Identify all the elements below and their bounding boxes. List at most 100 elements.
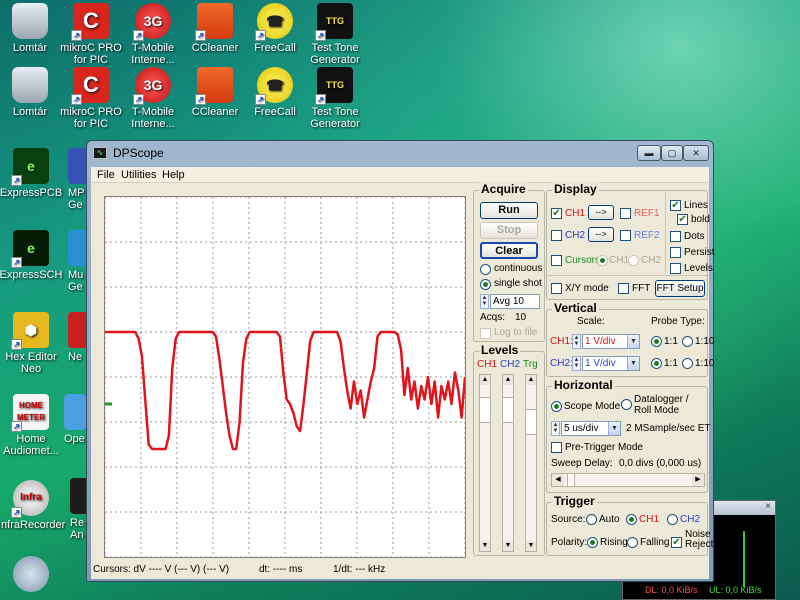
desktop-icon-test-tone-generator[interactable]: TTG ↗ Test Tone Generator: [302, 67, 368, 130]
ref1-checkbox[interactable]: [620, 208, 631, 219]
timebase-select[interactable]: 5 us/div ▼: [561, 421, 621, 436]
desktop-icon-ccleaner[interactable]: ↗ CCleaner: [182, 3, 248, 54]
persist-checkbox[interactable]: [670, 247, 681, 258]
desktop-icon-recycle-bin[interactable]: Lomtár: [0, 67, 63, 118]
trigger-ch1-radio[interactable]: [626, 514, 637, 525]
desktop-icon-ccleaner[interactable]: ↗ CCleaner: [182, 67, 248, 118]
cursor-ch2-label: CH2: [641, 255, 662, 266]
cursor-ch2-radio[interactable]: [628, 255, 639, 266]
single-shot-radio[interactable]: [480, 279, 491, 290]
ch2-scale-spinner[interactable]: ▲ ▼: [572, 356, 581, 371]
window-titlebar[interactable]: ∿ DPScope ▬ ▢ ✕: [87, 141, 713, 165]
desktop-icon-freecall[interactable]: ☎ ↗ FreeCall: [242, 3, 308, 54]
app-icon: [64, 394, 86, 430]
freq-readout: 1/dt: --- kHz: [333, 564, 386, 575]
desktop-icon-tmobile[interactable]: 3G ↗ T-Mobile Interne...: [120, 67, 186, 130]
slider-thumb[interactable]: [567, 474, 575, 486]
ch1-scale-select[interactable]: 1 V/div ▼: [582, 334, 640, 349]
desktop-icon-test-tone-generator[interactable]: TTG ↗ Test Tone Generator: [302, 3, 368, 66]
right-arrow-icon[interactable]: ▶: [692, 474, 704, 486]
down-arrow-icon[interactable]: ▼: [503, 541, 513, 551]
fft-setup-button[interactable]: FFT Setup: [655, 280, 705, 297]
desktop-icon-partial[interactable]: Re An: [50, 478, 90, 541]
desktop-icon-partial[interactable]: Mu Ge: [50, 230, 90, 293]
avg-select[interactable]: Avg 10: [490, 294, 540, 309]
desktop-icon-recycle-bin[interactable]: Lomtár: [0, 3, 63, 54]
trigger-title: Trigger: [552, 494, 597, 508]
ch2-level-slider[interactable]: ▲ ▼: [502, 374, 514, 552]
close-icon[interactable]: ×: [765, 501, 771, 512]
pretrigger-checkbox[interactable]: [551, 442, 562, 453]
desktop-icon-partial[interactable]: Ope: [50, 394, 90, 445]
menu-help[interactable]: Help: [162, 169, 185, 181]
trigger-auto-radio[interactable]: [586, 514, 597, 525]
dots-checkbox[interactable]: [670, 231, 681, 242]
scope-mode-radio[interactable]: [551, 401, 562, 412]
log-to-file-checkbox[interactable]: [480, 328, 491, 339]
cursor-ch1-radio[interactable]: [597, 255, 608, 266]
ch1-to-ref1-button[interactable]: -->: [588, 205, 614, 220]
avg-spinner[interactable]: ▲ ▼: [480, 294, 489, 309]
up-arrow-icon[interactable]: ▲: [503, 375, 513, 385]
ch2-to-ref2-button[interactable]: -->: [588, 227, 614, 242]
stop-button[interactable]: Stop: [480, 222, 538, 239]
ch2-probe-10x-radio[interactable]: [682, 358, 693, 369]
divider: [547, 275, 707, 276]
display-ch2-checkbox[interactable]: [551, 230, 562, 241]
desktop-icon-webcam[interactable]: [0, 556, 64, 595]
scale-label: Scale:: [577, 316, 605, 327]
display-ch1-checkbox[interactable]: ✔: [551, 208, 562, 219]
tmobile-icon: 3G ↗: [133, 67, 171, 105]
sweep-delay-slider[interactable]: ◀ ▶: [551, 473, 705, 487]
polarity-rising-radio[interactable]: [587, 537, 598, 548]
timebase-spinner[interactable]: ▲ ▼: [551, 421, 560, 436]
ch1-probe-10x-radio[interactable]: [682, 336, 693, 347]
scope-screen[interactable]: [104, 196, 467, 558]
trigger-level-slider[interactable]: ▲ ▼: [525, 374, 537, 552]
menu-utilities[interactable]: Utilities: [121, 169, 156, 181]
trigger-group: Trigger Source: Auto CH1 CH2 Polarity: R…: [546, 494, 713, 556]
fft-checkbox[interactable]: [618, 283, 629, 294]
maximize-button[interactable]: ▢: [661, 145, 683, 161]
ref2-checkbox[interactable]: [620, 230, 631, 241]
slider-thumb[interactable]: [480, 397, 490, 423]
datalogger-radio[interactable]: [621, 399, 632, 410]
desktop-icon-partial[interactable]: Ne: [50, 312, 90, 363]
ch2-probe-1x-radio[interactable]: [651, 358, 662, 369]
run-button[interactable]: Run: [480, 202, 538, 219]
ch1-scale-spinner[interactable]: ▲ ▼: [572, 334, 581, 349]
trigger-ch2-radio[interactable]: [667, 514, 678, 525]
noise-reject-checkbox[interactable]: ✔: [671, 537, 682, 548]
dpscope-window[interactable]: ∿ DPScope ▬ ▢ ✕ File Utilities Help Acqu…: [86, 140, 715, 582]
polarity-falling-radio[interactable]: [627, 537, 638, 548]
clear-button[interactable]: Clear: [480, 242, 538, 259]
desktop-icon-freecall[interactable]: ☎ ↗ FreeCall: [242, 67, 308, 118]
down-arrow-icon[interactable]: ▼: [480, 541, 490, 551]
minimize-button[interactable]: ▬: [637, 145, 661, 161]
desktop-icon-mikroc[interactable]: C ↗ mikroC PRO for PIC: [58, 67, 124, 130]
ch2-scale-select[interactable]: 1 V/div ▼: [582, 356, 640, 371]
ch1-level-slider[interactable]: ▲ ▼: [479, 374, 491, 552]
menu-file[interactable]: File: [97, 169, 115, 181]
lines-checkbox[interactable]: ✔: [670, 200, 681, 211]
down-arrow-icon[interactable]: ▼: [526, 541, 536, 551]
ch1-probe-1x-radio[interactable]: [651, 336, 662, 347]
desktop-icon-mikroc[interactable]: C ↗ mikroC PRO for PIC: [58, 3, 124, 66]
up-arrow-icon[interactable]: ▲: [480, 375, 490, 385]
levels-ch2-label: CH2: [500, 359, 521, 370]
desktop-icon-partial[interactable]: MP Ge: [50, 148, 90, 211]
scope-mode-label: Scope Mode: [564, 401, 621, 412]
continuous-radio[interactable]: [480, 264, 491, 275]
bold-checkbox[interactable]: ✔: [677, 214, 688, 225]
desktop-icon-tmobile[interactable]: 3G ↗ T-Mobile Interne...: [120, 3, 186, 66]
levels-checkbox[interactable]: [670, 263, 681, 274]
up-arrow-icon[interactable]: ▲: [526, 375, 536, 385]
phone-icon: ☎ ↗: [255, 3, 293, 41]
xy-mode-checkbox[interactable]: [551, 283, 562, 294]
close-button[interactable]: ✕: [683, 145, 709, 161]
slider-thumb[interactable]: [526, 409, 536, 435]
slider-thumb[interactable]: [503, 397, 513, 423]
cursors-checkbox[interactable]: [551, 255, 562, 266]
ccleaner-icon: ↗: [195, 67, 233, 105]
left-arrow-icon[interactable]: ◀: [552, 474, 564, 486]
